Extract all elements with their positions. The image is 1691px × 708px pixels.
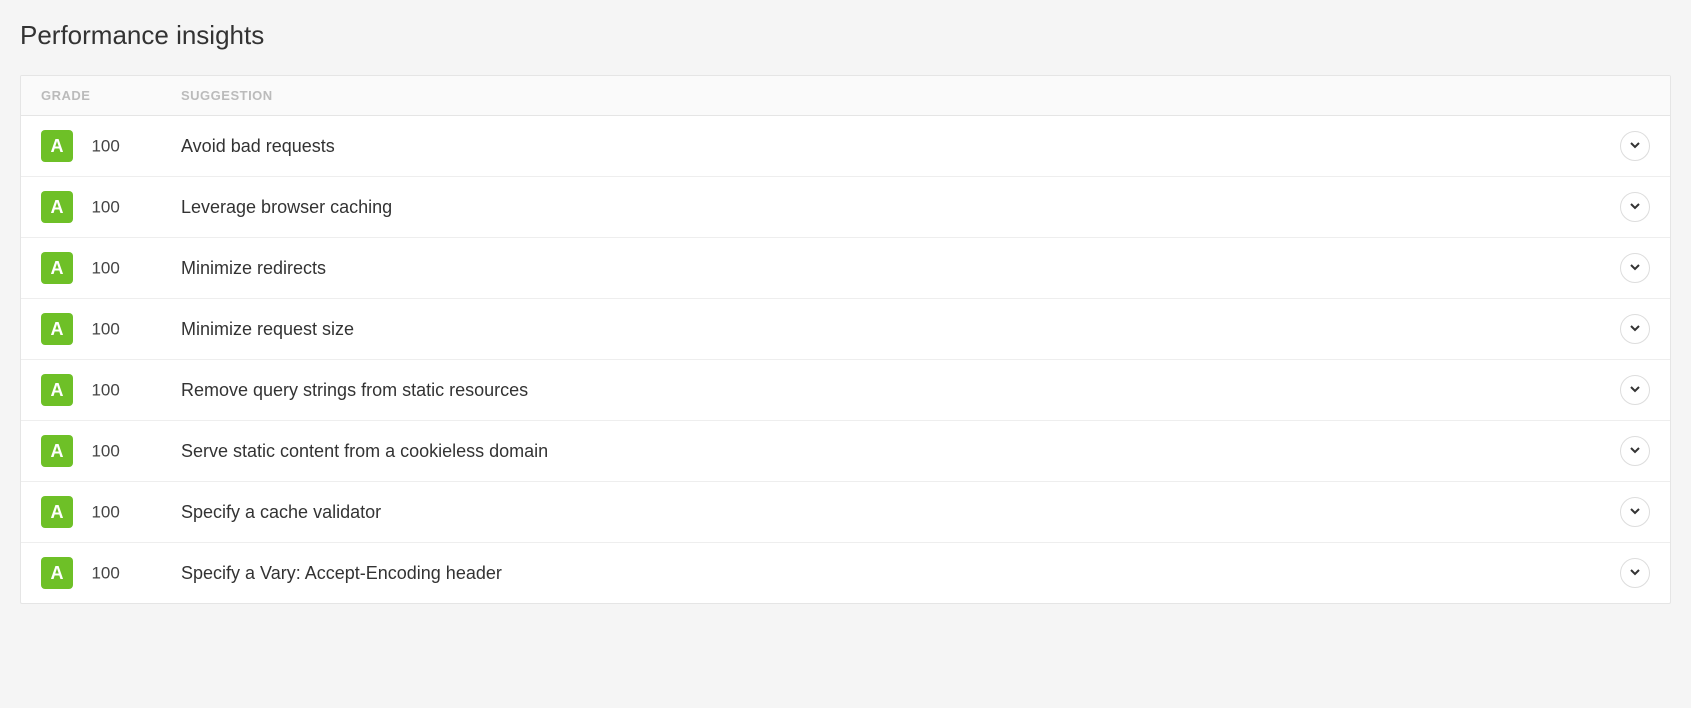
- expand-button[interactable]: [1620, 497, 1650, 527]
- grade-badge: A: [41, 557, 73, 589]
- table-row[interactable]: A 100 Minimize redirects: [21, 238, 1670, 299]
- grade-cell: A 100: [41, 374, 181, 406]
- grade-badge: A: [41, 252, 73, 284]
- expand-button[interactable]: [1620, 192, 1650, 222]
- grade-cell: A 100: [41, 557, 181, 589]
- chevron-down-icon: [1629, 444, 1641, 459]
- chevron-down-icon: [1629, 383, 1641, 398]
- grade-badge: A: [41, 374, 73, 406]
- table-row[interactable]: A 100 Specify a cache validator: [21, 482, 1670, 543]
- page-title: Performance insights: [20, 20, 1671, 51]
- grade-cell: A 100: [41, 252, 181, 284]
- suggestion-label: Specify a Vary: Accept-Encoding header: [181, 563, 1620, 584]
- chevron-down-icon: [1629, 200, 1641, 215]
- suggestion-label: Minimize request size: [181, 319, 1620, 340]
- grade-badge: A: [41, 313, 73, 345]
- grade-cell: A 100: [41, 435, 181, 467]
- suggestion-label: Specify a cache validator: [181, 502, 1620, 523]
- chevron-down-icon: [1629, 566, 1641, 581]
- grade-score: 100: [91, 503, 119, 522]
- grade-score: 100: [91, 564, 119, 583]
- suggestion-column-header: SUGGESTION: [181, 88, 1650, 103]
- table-row[interactable]: A 100 Serve static content from a cookie…: [21, 421, 1670, 482]
- expand-button[interactable]: [1620, 436, 1650, 466]
- grade-score: 100: [91, 381, 119, 400]
- grade-score: 100: [91, 320, 119, 339]
- expand-button[interactable]: [1620, 558, 1650, 588]
- chevron-down-icon: [1629, 505, 1641, 520]
- grade-score: 100: [91, 198, 119, 217]
- grade-score: 100: [91, 442, 119, 461]
- table-row[interactable]: A 100 Minimize request size: [21, 299, 1670, 360]
- expand-button[interactable]: [1620, 131, 1650, 161]
- table-row[interactable]: A 100 Specify a Vary: Accept-Encoding he…: [21, 543, 1670, 603]
- expand-button[interactable]: [1620, 375, 1650, 405]
- grade-column-header: GRADE: [41, 88, 181, 103]
- table-header: GRADE SUGGESTION: [21, 76, 1670, 116]
- suggestion-label: Leverage browser caching: [181, 197, 1620, 218]
- expand-button[interactable]: [1620, 314, 1650, 344]
- grade-score: 100: [91, 137, 119, 156]
- chevron-down-icon: [1629, 322, 1641, 337]
- table-row[interactable]: A 100 Leverage browser caching: [21, 177, 1670, 238]
- chevron-down-icon: [1629, 139, 1641, 154]
- table-row[interactable]: A 100 Remove query strings from static r…: [21, 360, 1670, 421]
- grade-badge: A: [41, 496, 73, 528]
- grade-cell: A 100: [41, 130, 181, 162]
- insights-table: GRADE SUGGESTION A 100 Avoid bad request…: [20, 75, 1671, 604]
- suggestion-label: Remove query strings from static resourc…: [181, 380, 1620, 401]
- grade-badge: A: [41, 435, 73, 467]
- suggestion-label: Serve static content from a cookieless d…: [181, 441, 1620, 462]
- grade-cell: A 100: [41, 313, 181, 345]
- grade-badge: A: [41, 130, 73, 162]
- grade-cell: A 100: [41, 496, 181, 528]
- grade-score: 100: [91, 259, 119, 278]
- chevron-down-icon: [1629, 261, 1641, 276]
- expand-button[interactable]: [1620, 253, 1650, 283]
- table-row[interactable]: A 100 Avoid bad requests: [21, 116, 1670, 177]
- grade-badge: A: [41, 191, 73, 223]
- suggestion-label: Avoid bad requests: [181, 136, 1620, 157]
- grade-cell: A 100: [41, 191, 181, 223]
- suggestion-label: Minimize redirects: [181, 258, 1620, 279]
